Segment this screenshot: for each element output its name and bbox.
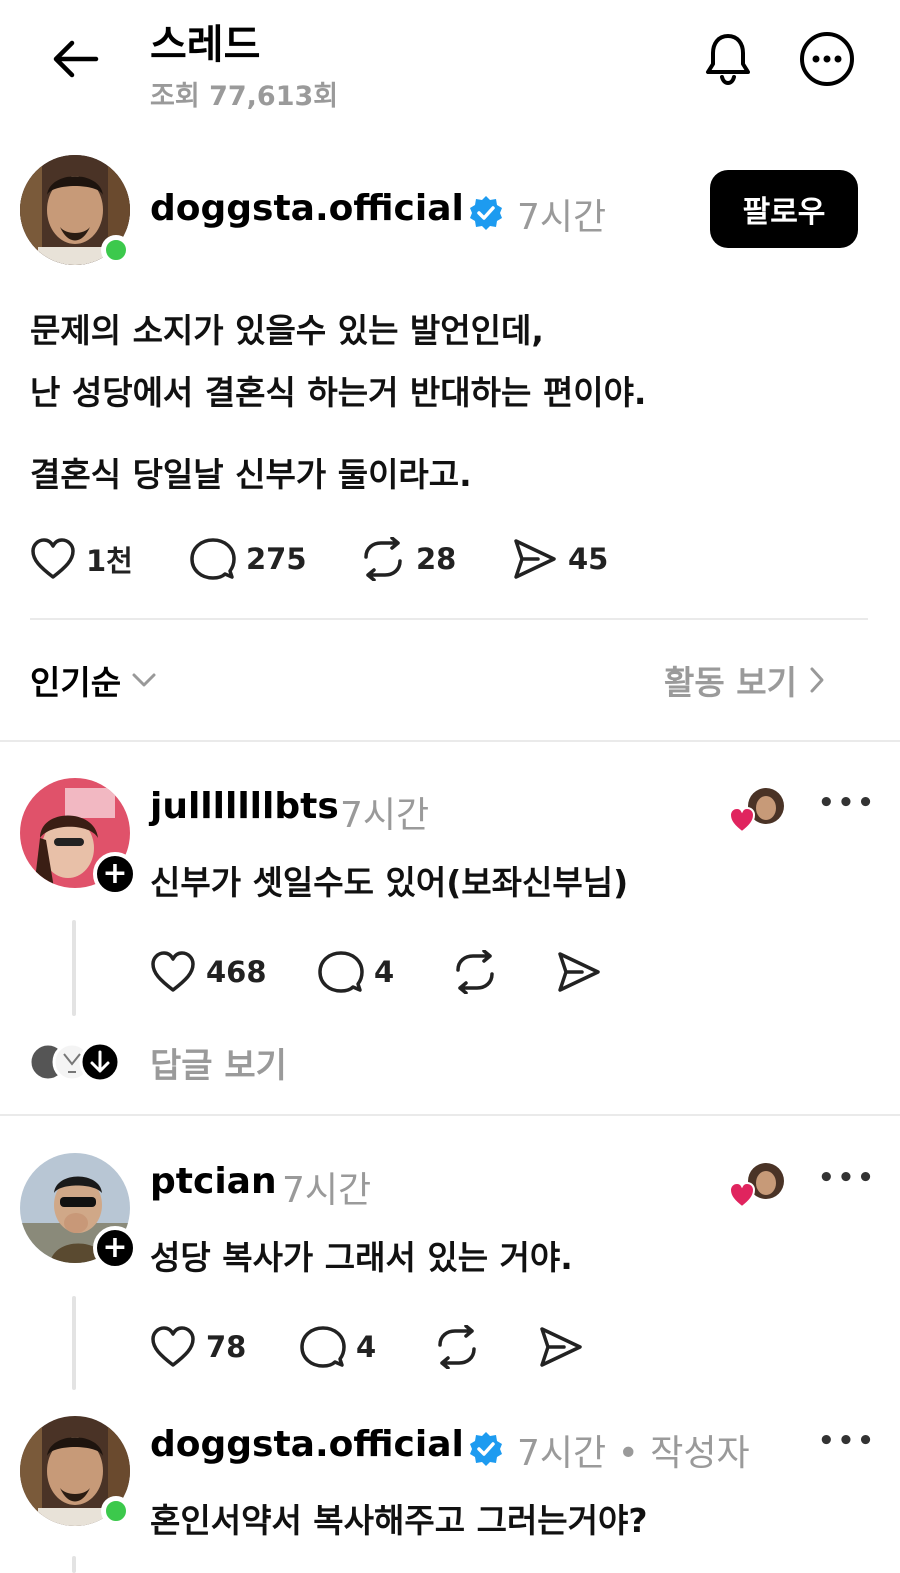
repost-button[interactable] <box>434 1325 480 1369</box>
replier-avatars <box>28 1042 128 1082</box>
post-time: 7시간 <box>517 197 607 238</box>
view-replies-link[interactable]: 답글 보기 <box>28 1038 328 1086</box>
notification-button[interactable] <box>700 30 756 86</box>
post-body-line: 난 성당에서 결혼식 하는거 반대하는 편이야. <box>30 373 647 412</box>
divider <box>0 740 900 742</box>
more-options-button[interactable] <box>798 30 856 88</box>
repost-icon <box>438 1325 476 1369</box>
comment-count: 275 <box>246 542 307 576</box>
online-status-indicator <box>101 235 131 265</box>
share-button[interactable] <box>556 950 602 994</box>
repost-icon <box>456 950 494 994</box>
follow-button[interactable]: 팔로우 <box>710 170 858 248</box>
author-liked-heart-icon <box>730 1163 784 1209</box>
thread-line <box>72 920 76 1016</box>
comment-count: 4 <box>374 955 395 989</box>
more-circle-icon <box>800 32 854 86</box>
verified-badge-icon <box>467 194 505 232</box>
chevron-right-icon <box>810 667 824 693</box>
arrow-left-icon <box>53 40 99 78</box>
comment-button[interactable]: 4 <box>318 950 394 994</box>
comment-icon <box>318 951 364 993</box>
reply-username[interactable]: julllllllbts <box>150 786 339 827</box>
heart-icon <box>151 1326 195 1367</box>
view-activity-label: 활동 보기 <box>664 663 797 702</box>
more-options-icon[interactable]: ••• <box>818 1426 877 1456</box>
send-icon <box>558 952 600 992</box>
reply-username[interactable]: ptcian <box>150 1161 277 1202</box>
reply-text: 성당 복사가 그래서 있는 거야. <box>150 1238 573 1277</box>
online-status-indicator <box>101 1496 131 1526</box>
view-activity-link[interactable]: 활동 보기 <box>664 656 825 704</box>
like-button[interactable]: 78 <box>150 1325 246 1369</box>
post-body: 문제의 소지가 있을수 있는 발언인데, 난 성당에서 결혼식 하는거 반대하는… <box>30 300 646 506</box>
like-count: 78 <box>206 1330 247 1364</box>
verified-badge-icon <box>467 1430 505 1468</box>
comment-count: 4 <box>356 1330 377 1364</box>
bell-icon <box>706 34 750 86</box>
reply-time: 7시간 <box>282 1170 372 1211</box>
comment-button[interactable]: 4 <box>300 1325 376 1369</box>
back-button[interactable] <box>50 38 100 80</box>
share-count: 45 <box>568 542 609 576</box>
chevron-down-icon <box>132 673 156 687</box>
more-options-icon[interactable]: ••• <box>818 788 877 818</box>
divider <box>30 618 868 620</box>
send-icon <box>540 1327 582 1367</box>
reply-text: 혼인서약서 복사해주고 그러는거야? <box>150 1501 648 1540</box>
replier-avatar-stack <box>28 1042 121 1082</box>
like-count: 468 <box>206 955 267 989</box>
follow-plus-button[interactable]: + <box>93 1226 137 1270</box>
comment-icon <box>190 538 236 580</box>
page-title: 스레드 <box>150 22 261 68</box>
like-count: 1천 <box>86 544 133 578</box>
divider <box>0 1114 900 1116</box>
repost-button[interactable] <box>452 950 498 994</box>
comment-button[interactable]: 275 <box>190 537 307 581</box>
sort-dropdown[interactable]: 인기순 <box>30 656 157 704</box>
reply-time: 7시간 • 작성자 <box>517 1433 750 1474</box>
thread-line <box>72 1556 76 1573</box>
post-username[interactable]: doggsta.official <box>150 188 464 229</box>
thread-line <box>72 1296 76 1390</box>
sort-label: 인기순 <box>30 663 122 702</box>
reply-time: 7시간 <box>340 795 430 836</box>
share-button[interactable]: 45 <box>512 537 608 581</box>
repost-count: 28 <box>416 542 457 576</box>
repost-button[interactable]: 28 <box>360 537 456 581</box>
author-liked-indicator <box>730 1161 786 1211</box>
author-liked-heart-icon <box>730 788 784 834</box>
follow-plus-button[interactable]: + <box>93 852 137 896</box>
send-icon <box>514 539 556 579</box>
heart-icon <box>151 951 195 992</box>
heart-icon <box>31 538 75 579</box>
more-options-icon[interactable]: ••• <box>818 1163 877 1193</box>
view-replies-label: 답글 보기 <box>150 1046 287 1086</box>
reply-text: 신부가 셋일수도 있어(보좌신부님) <box>150 863 629 902</box>
reply-username[interactable]: doggsta.official <box>150 1424 464 1465</box>
comment-icon <box>300 1326 346 1368</box>
repost-icon <box>364 537 402 581</box>
author-liked-indicator <box>730 786 786 836</box>
post-body-line: 결혼식 당일날 신부가 둘이라고. <box>30 455 472 494</box>
like-button[interactable]: 468 <box>150 950 267 994</box>
share-button[interactable] <box>538 1325 584 1369</box>
post-body-line: 문제의 소지가 있을수 있는 발언인데, <box>30 311 544 350</box>
like-button[interactable]: 1천 <box>30 537 133 581</box>
view-count: 조회 77,613회 <box>150 81 339 112</box>
